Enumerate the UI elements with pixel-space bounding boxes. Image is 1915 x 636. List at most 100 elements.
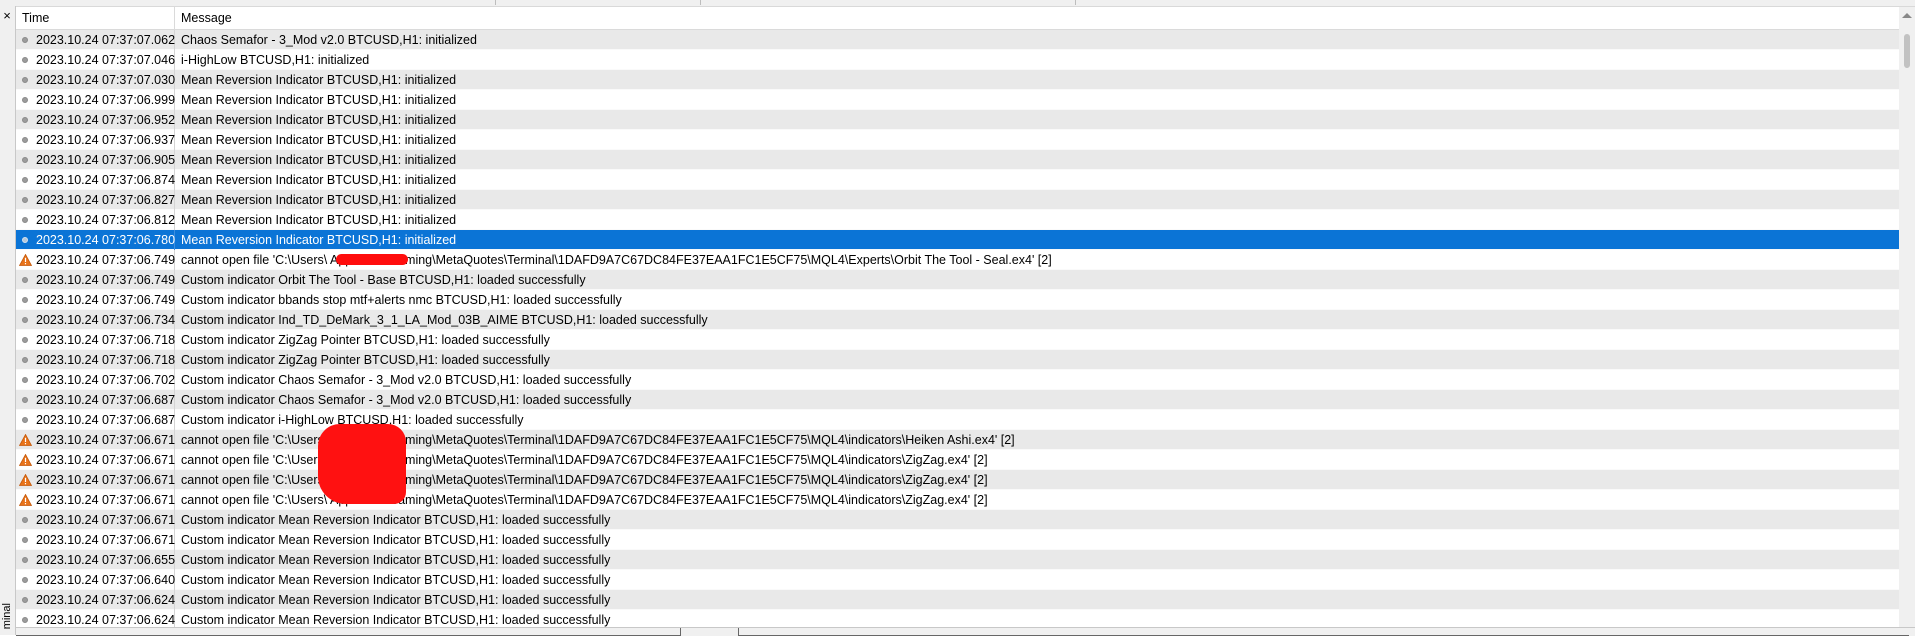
message-cell: Mean Reversion Indicator BTCUSD,H1: init… xyxy=(181,132,457,147)
time-cell: 2023.10.24 07:37:06.671 xyxy=(16,449,176,470)
info-dot-icon xyxy=(16,290,36,310)
table-row[interactable]: 2023.10.24 07:37:06.671 cannot open file … xyxy=(16,449,1899,470)
table-header: Time Message xyxy=(16,7,1899,30)
info-dot-icon xyxy=(16,550,36,570)
info-dot-icon xyxy=(16,590,36,610)
table-row[interactable]: 2023.10.24 07:37:06.718 Custom indicator … xyxy=(16,329,1899,350)
table-row[interactable]: 2023.10.24 07:37:07.046 i-HighLow BTCUSD,… xyxy=(16,49,1899,70)
message-cell: Chaos Semafor - 3_Mod v2.0 BTCUSD,H1: in… xyxy=(181,32,477,47)
column-header-time[interactable]: Time xyxy=(16,7,175,29)
table-row[interactable]: 2023.10.24 07:37:07.030 Mean Reversion In… xyxy=(16,69,1899,90)
message-cell: Mean Reversion Indicator BTCUSD,H1: init… xyxy=(181,192,457,207)
table-row[interactable]: 2023.10.24 07:37:06.671 cannot open file … xyxy=(16,429,1899,450)
time-cell: 2023.10.24 07:37:06.734 xyxy=(16,309,176,330)
timestamp: 2023.10.24 07:37:06.687 xyxy=(36,392,176,407)
table-row[interactable]: 2023.10.24 07:37:06.624 Custom indicator … xyxy=(16,609,1899,628)
message-cell: Custom indicator Orbit The Tool - Base B… xyxy=(181,272,586,287)
info-dot-icon xyxy=(16,230,36,250)
table-row[interactable]: 2023.10.24 07:37:07.062 Chaos Semafor - 3… xyxy=(16,29,1899,50)
warning-icon xyxy=(16,470,36,490)
time-cell: 2023.10.24 07:37:06.827 xyxy=(16,189,175,210)
table-row[interactable]: 2023.10.24 07:37:06.687 Custom indicator … xyxy=(16,409,1899,430)
time-cell: 2023.10.24 07:37:06.812 xyxy=(16,209,176,230)
time-cell: 2023.10.24 07:37:06.749 xyxy=(16,269,176,290)
table-row[interactable]: 2023.10.24 07:37:06.905 Mean Reversion In… xyxy=(16,149,1899,170)
info-dot-icon xyxy=(16,170,36,190)
timestamp: 2023.10.24 07:37:06.749 xyxy=(36,272,176,287)
info-dot-icon xyxy=(16,370,36,390)
message-cell: Custom indicator Chaos Semafor - 3_Mod v… xyxy=(181,372,632,387)
table-row[interactable]: 2023.10.24 07:37:06.702 Custom indicator … xyxy=(16,369,1899,390)
timestamp: 2023.10.24 07:37:06.734 xyxy=(36,312,176,327)
table-row[interactable]: 2023.10.24 07:37:06.812 Mean Reversion In… xyxy=(16,209,1899,230)
time-cell: 2023.10.24 07:37:06.687 xyxy=(16,409,175,430)
timestamp: 2023.10.24 07:37:06.749 xyxy=(36,252,176,267)
info-dot-icon xyxy=(16,70,36,90)
info-dot-icon xyxy=(16,330,36,350)
table-row[interactable]: 2023.10.24 07:37:06.827 Mean Reversion In… xyxy=(16,189,1899,210)
info-dot-icon xyxy=(16,130,36,150)
time-cell: 2023.10.24 07:37:06.952 xyxy=(16,109,176,130)
table-row[interactable]: 2023.10.24 07:37:06.671 cannot open file … xyxy=(16,469,1899,490)
table-row[interactable]: 2023.10.24 07:37:06.671 Custom indicator … xyxy=(16,529,1899,550)
table-row[interactable]: 2023.10.24 07:37:06.734 Custom indicator … xyxy=(16,309,1899,330)
info-dot-icon xyxy=(16,510,36,530)
time-cell: 2023.10.24 07:37:06.655 xyxy=(16,549,175,570)
message-cell: Custom indicator Mean Reversion Indicato… xyxy=(181,612,611,627)
table-row[interactable]: 2023.10.24 07:37:06.624 Custom indicator … xyxy=(16,589,1899,610)
timestamp: 2023.10.24 07:37:06.671 xyxy=(36,532,176,547)
message-cell: cannot open file 'C:\Users\ AppData\Roam… xyxy=(181,472,988,487)
table-row[interactable]: 2023.10.24 07:37:06.687 Custom indicator … xyxy=(16,389,1899,410)
timestamp: 2023.10.24 07:37:06.671 xyxy=(36,432,176,447)
message-cell: Custom indicator Mean Reversion Indicato… xyxy=(181,572,611,587)
table-row[interactable]: 2023.10.24 07:37:06.671 cannot open file … xyxy=(16,489,1899,510)
message-cell: cannot open file 'C:\Users\ AppData\Roam… xyxy=(181,492,988,507)
message-cell: Mean Reversion Indicator BTCUSD,H1: init… xyxy=(181,152,457,167)
time-cell: 2023.10.24 07:37:06.671 xyxy=(16,509,176,530)
table-body: 2023.10.24 07:37:07.062 Chaos Semafor - 3… xyxy=(16,29,1899,628)
timestamp: 2023.10.24 07:37:06.937 xyxy=(36,132,176,147)
table-row[interactable]: 2023.10.24 07:37:06.999 Mean Reversion In… xyxy=(16,89,1899,110)
time-cell: 2023.10.24 07:37:06.671 xyxy=(16,489,175,510)
info-dot-icon xyxy=(16,110,36,130)
message-cell: i-HighLow BTCUSD,H1: initialized xyxy=(181,52,370,67)
info-dot-icon xyxy=(16,310,36,330)
scroll-up-arrow-icon[interactable] xyxy=(1902,13,1912,18)
column-header-message[interactable]: Message xyxy=(175,7,232,29)
table-row[interactable]: 2023.10.24 07:37:06.937 Mean Reversion In… xyxy=(16,129,1899,150)
table-row[interactable]: 2023.10.24 07:37:06.780 Mean Reversion In… xyxy=(16,229,1899,250)
table-row[interactable]: 2023.10.24 07:37:06.749 Custom indicator … xyxy=(16,289,1899,310)
timestamp: 2023.10.24 07:37:06.624 xyxy=(36,592,176,607)
warning-icon xyxy=(16,490,36,510)
close-icon[interactable]: × xyxy=(1,9,13,22)
timestamp: 2023.10.24 07:37:06.624 xyxy=(36,612,176,627)
terminal-side-panel: × minal xyxy=(0,6,16,635)
timestamp: 2023.10.24 07:37:06.671 xyxy=(36,512,176,527)
message-cell: Custom indicator Chaos Semafor - 3_Mod v… xyxy=(181,392,632,407)
table-row[interactable]: 2023.10.24 07:37:06.640 Custom indicator … xyxy=(16,569,1899,590)
message-cell: cannot open file 'C:\Users\ AppData\Roam… xyxy=(181,432,1015,447)
timestamp: 2023.10.24 07:37:06.671 xyxy=(36,452,176,467)
vertical-scrollbar[interactable] xyxy=(1899,7,1915,627)
info-dot-icon xyxy=(16,610,36,628)
table-row[interactable]: 2023.10.24 07:37:06.874 Mean Reversion In… xyxy=(16,169,1899,190)
table-row[interactable]: 2023.10.24 07:37:06.952 Mean Reversion In… xyxy=(16,109,1899,130)
table-row[interactable]: 2023.10.24 07:37:06.749 Custom indicator … xyxy=(16,269,1899,290)
scrollbar-thumb[interactable] xyxy=(1904,34,1910,68)
message-cell: Mean Reversion Indicator BTCUSD,H1: init… xyxy=(181,232,457,247)
timestamp: 2023.10.24 07:37:07.046 xyxy=(36,52,176,67)
timestamp: 2023.10.24 07:37:06.874 xyxy=(36,172,176,187)
info-dot-icon xyxy=(16,390,36,410)
table-row[interactable]: 2023.10.24 07:37:06.655 Custom indicator … xyxy=(16,549,1899,570)
table-row[interactable]: 2023.10.24 07:37:06.718 Custom indicator … xyxy=(16,349,1899,370)
timestamp: 2023.10.24 07:37:06.812 xyxy=(36,212,176,227)
info-dot-icon xyxy=(16,350,36,370)
time-cell: 2023.10.24 07:37:06.624 xyxy=(16,589,176,610)
table-row[interactable]: 2023.10.24 07:37:06.671 Custom indicator … xyxy=(16,509,1899,530)
warning-icon xyxy=(16,450,36,470)
timestamp: 2023.10.24 07:37:06.780 xyxy=(36,232,176,247)
timestamp: 2023.10.24 07:37:06.952 xyxy=(36,112,176,127)
timestamp: 2023.10.24 07:37:06.640 xyxy=(36,572,176,587)
info-dot-icon xyxy=(16,30,36,50)
table-row[interactable]: 2023.10.24 07:37:06.749 cannot open file … xyxy=(16,249,1899,270)
